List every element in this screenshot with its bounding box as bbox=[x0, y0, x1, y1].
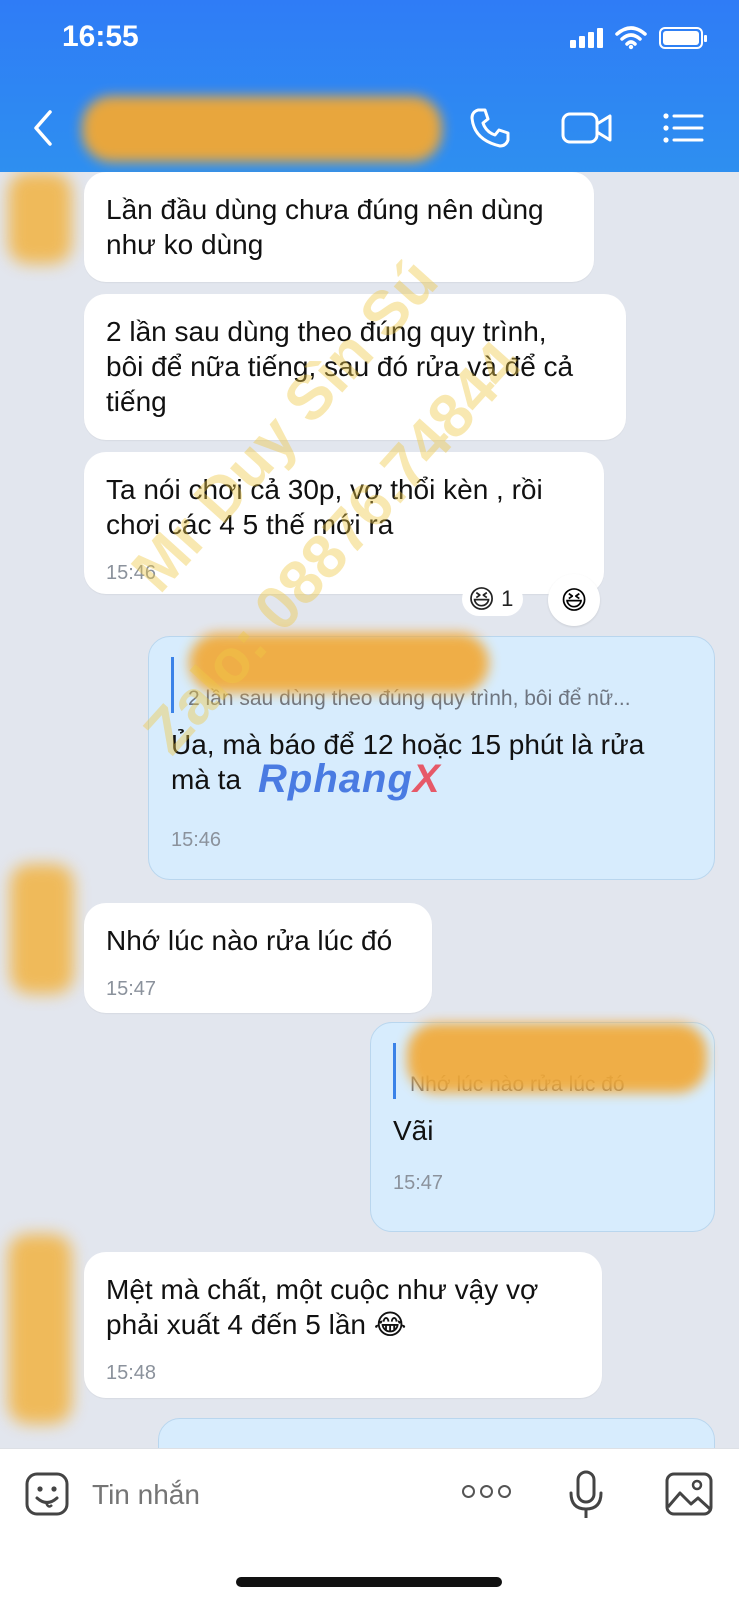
message-text: Vãi bbox=[393, 1115, 434, 1146]
message-bubble-2[interactable]: 2 lần sau dùng theo đúng quy trình, bôi … bbox=[84, 294, 626, 440]
message-time: 15:46 bbox=[171, 829, 222, 851]
message-time: 15:47 bbox=[393, 1172, 444, 1194]
message-bubble-partial[interactable] bbox=[158, 1418, 715, 1448]
message-text: 2 lần sau dùng theo đúng quy trình, bbox=[106, 316, 547, 347]
battery-icon bbox=[659, 27, 707, 49]
message-bubble-5[interactable]: Nhớ lúc nào rửa lúc đó 15:47 bbox=[84, 903, 432, 1013]
quoted-name-redacted bbox=[189, 633, 489, 693]
laughing-tears-emoji: 😂 bbox=[373, 1309, 407, 1340]
message-text: mà ta bbox=[171, 764, 242, 795]
message-text: chơi các 4 5 thế mới ra bbox=[106, 509, 394, 540]
message-list[interactable]: Lần đầu dùng chưa đúng nên dùng như ko d… bbox=[0, 172, 739, 1448]
message-text: tiếng bbox=[106, 386, 167, 417]
message-time: 15:47 bbox=[106, 978, 157, 1000]
message-text: Nhớ lúc nào rửa lúc đó bbox=[106, 925, 393, 956]
contact-name-redacted[interactable] bbox=[82, 96, 442, 162]
message-bubble-4[interactable]: 2 lần sau dùng theo đúng quy trình, bôi … bbox=[148, 633, 715, 880]
reaction-count: 1 bbox=[501, 586, 514, 611]
message-text: bôi để nữa tiếng, sau đó rửa và để cả bbox=[106, 351, 574, 382]
avatar[interactable] bbox=[8, 172, 72, 264]
message-text: Ta nói chơi cả 30p, vợ thổi kèn , rồi bbox=[106, 474, 543, 505]
message-time: 15:48 bbox=[106, 1362, 157, 1384]
home-indicator bbox=[236, 1577, 502, 1587]
microphone-icon[interactable] bbox=[566, 1469, 606, 1521]
message-text: Ủa, mà báo để 12 hoặc 15 phút là rửa bbox=[171, 729, 645, 760]
add-reaction-button[interactable]: 😆 bbox=[548, 574, 600, 626]
message-bubble-6[interactable]: Nhớ lúc nào rửa lúc đó Vãi 15:47 bbox=[370, 1022, 715, 1232]
cellular-signal-icon bbox=[570, 28, 603, 48]
laughing-emoji-icon: 😆 bbox=[468, 584, 496, 614]
more-dots-icon[interactable] bbox=[462, 1485, 511, 1498]
quoted-name-redacted bbox=[407, 1023, 707, 1093]
laughing-emoji-icon: 😆 bbox=[560, 585, 588, 615]
message-composer bbox=[0, 1448, 739, 1600]
message-bubble-3[interactable]: Ta nói chơi cả 30p, vợ thổi kèn , rồi ch… bbox=[84, 452, 604, 594]
message-bubble-1[interactable]: Lần đầu dùng chưa đúng nên dùng như ko d… bbox=[84, 172, 594, 282]
message-text: Lần đầu dùng chưa đúng nên dùng bbox=[106, 194, 544, 225]
reaction-pill[interactable]: 😆 1 bbox=[462, 582, 524, 616]
status-icons bbox=[570, 26, 707, 50]
message-input[interactable] bbox=[92, 1473, 412, 1517]
wifi-icon bbox=[615, 26, 647, 50]
phone-icon[interactable] bbox=[466, 104, 514, 152]
list-menu-icon[interactable] bbox=[662, 104, 704, 152]
status-time: 16:55 bbox=[62, 20, 139, 53]
message-text: như ko dùng bbox=[106, 229, 264, 260]
sticker-face-icon[interactable] bbox=[24, 1471, 70, 1517]
message-bubble-7[interactable]: Mệt mà chất, một cuộc như vậy vợ phải xu… bbox=[84, 1252, 602, 1398]
video-camera-icon[interactable] bbox=[560, 104, 614, 152]
avatar[interactable] bbox=[8, 1234, 72, 1424]
avatar[interactable] bbox=[10, 864, 74, 994]
message-text: Mệt mà chất, một cuộc như vậy vợ bbox=[106, 1274, 539, 1305]
image-icon[interactable] bbox=[664, 1471, 714, 1517]
message-text: phải xuất 4 đến 5 lần 😂 bbox=[106, 1309, 407, 1340]
chat-header: 16:55 bbox=[0, 0, 739, 172]
back-button[interactable] bbox=[28, 108, 60, 148]
